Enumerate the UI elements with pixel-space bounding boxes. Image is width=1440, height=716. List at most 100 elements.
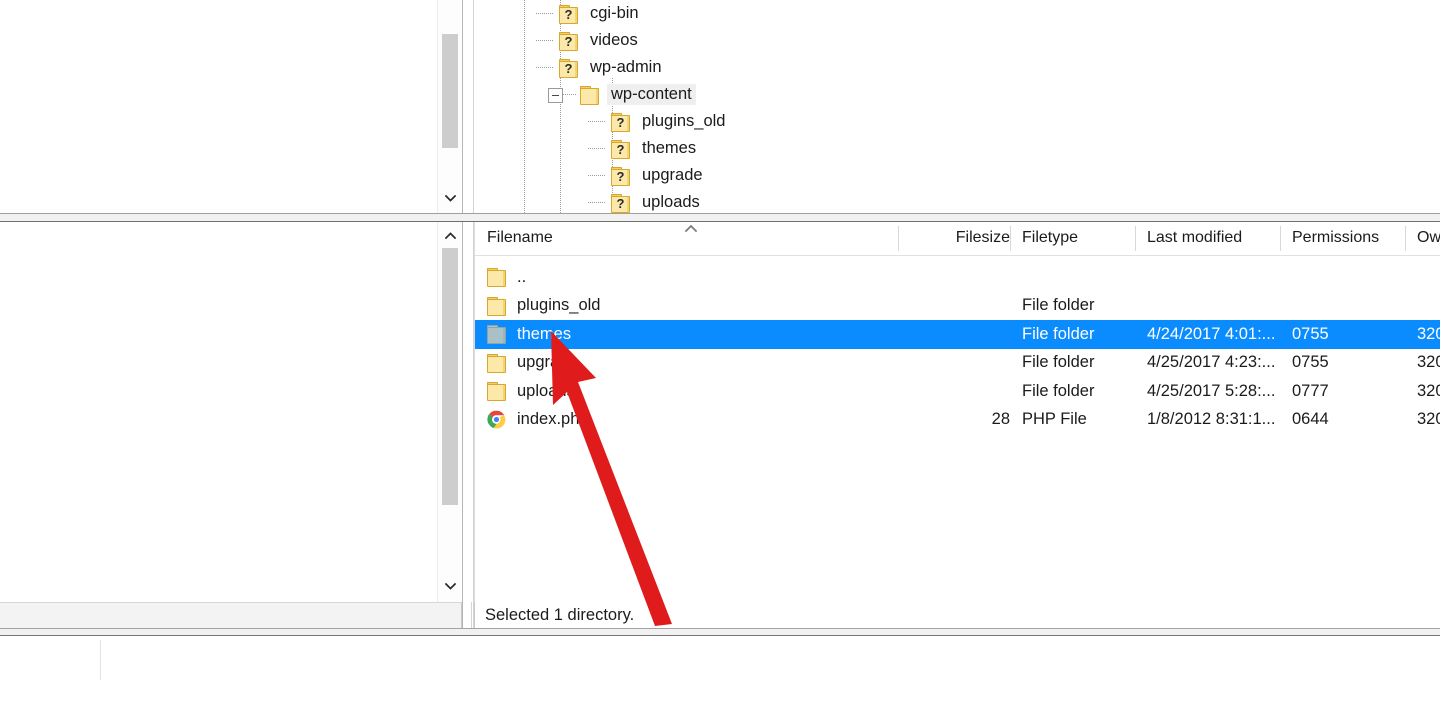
cell-filesize bbox=[898, 263, 1022, 292]
column-header-owner[interactable]: Owner bbox=[1417, 222, 1440, 254]
chrome-icon bbox=[487, 411, 506, 429]
tree-item-upgrade[interactable]: upgrade bbox=[474, 162, 1440, 189]
cell-permissions: 0755 bbox=[1292, 324, 1329, 343]
tree-elbow bbox=[588, 175, 606, 176]
local-tree-scrollbar[interactable] bbox=[437, 0, 462, 213]
file-grid-header: Filename Filesize Filetype Last modified… bbox=[475, 222, 1440, 256]
cell-permissions: 0644 bbox=[1292, 410, 1329, 429]
cell-permissions: 0755 bbox=[1292, 353, 1329, 372]
remote-tree-body: cgi-bin videos wp-admin wp-content bbox=[474, 0, 1440, 213]
scroll-up-arrow-icon[interactable] bbox=[438, 224, 462, 246]
remote-file-list-pane: Filename Filesize Filetype Last modified… bbox=[0, 222, 1440, 628]
cell-filename[interactable]: plugins_old bbox=[487, 292, 887, 321]
folder-icon bbox=[487, 296, 506, 316]
cell-filesize bbox=[898, 320, 1022, 349]
column-header-filesize[interactable]: Filesize bbox=[898, 222, 1022, 254]
folder-question-icon bbox=[559, 31, 578, 51]
status-text: Selected 1 directory. bbox=[485, 605, 635, 624]
tree-elbow bbox=[536, 67, 554, 68]
sort-ascending-icon bbox=[684, 224, 698, 233]
tree-item-label: wp-admin bbox=[590, 58, 662, 76]
tree-item-label: upgrade bbox=[642, 166, 703, 184]
column-divider[interactable] bbox=[1405, 226, 1406, 251]
cell-permissions bbox=[1292, 292, 1402, 321]
folder-question-icon bbox=[559, 4, 578, 24]
folder-icon-selected bbox=[487, 325, 506, 345]
cell-permissions bbox=[1292, 263, 1402, 292]
bottom-pane-splitter[interactable] bbox=[0, 628, 1440, 636]
table-row[interactable]: upgrade File folder 4/25/2017 4:23:... 0… bbox=[475, 349, 1440, 378]
cell-owner: 3205 bbox=[1417, 410, 1440, 429]
cell-filename[interactable]: index.php bbox=[487, 406, 887, 435]
tree-item-wp-content[interactable]: wp-content bbox=[474, 81, 1440, 108]
column-divider[interactable] bbox=[1135, 226, 1136, 251]
tree-item-label: themes bbox=[642, 139, 697, 157]
cell-owner bbox=[1417, 292, 1440, 321]
folder-question-icon bbox=[611, 139, 630, 159]
cell-owner: 3205 bbox=[1417, 324, 1440, 343]
pane-vertical-splitter[interactable] bbox=[462, 0, 474, 213]
column-divider[interactable] bbox=[1010, 226, 1011, 251]
column-header-permissions[interactable]: Permissions bbox=[1292, 222, 1422, 254]
cell-filetype: File folder bbox=[1022, 381, 1095, 400]
cell-owner: 3205 bbox=[1417, 353, 1440, 372]
tree-elbow bbox=[536, 13, 554, 14]
scrollbar-thumb[interactable] bbox=[442, 248, 458, 505]
horizontal-pane-splitter[interactable] bbox=[0, 213, 1440, 222]
cell-last-modified: 4/25/2017 5:28:... bbox=[1147, 381, 1276, 400]
table-row[interactable]: .. bbox=[475, 263, 1440, 292]
column-divider[interactable] bbox=[1280, 226, 1281, 251]
transfer-queue-pane bbox=[0, 636, 1440, 716]
tree-elbow bbox=[563, 94, 577, 95]
folder-icon bbox=[580, 85, 599, 105]
file-grid-rows: .. plugins_old File folder themes File f… bbox=[475, 263, 1440, 434]
filezilla-remote-panel: cgi-bin videos wp-admin wp-content bbox=[0, 0, 1440, 716]
cell-filetype: File folder bbox=[1022, 324, 1095, 343]
local-status-bar bbox=[0, 602, 462, 628]
column-header-last-modified[interactable]: Last modified bbox=[1147, 222, 1277, 254]
tree-elbow bbox=[588, 148, 606, 149]
cell-filename[interactable]: .. bbox=[487, 263, 887, 292]
tree-item-cgi-bin[interactable]: cgi-bin bbox=[474, 0, 1440, 27]
tree-elbow bbox=[588, 202, 606, 203]
scrollbar-thumb[interactable] bbox=[442, 34, 458, 148]
table-row[interactable]: index.php 28 PHP File 1/8/2012 8:31:1...… bbox=[475, 406, 1440, 435]
local-file-list-blank bbox=[0, 222, 437, 628]
local-tree-pane-blank bbox=[0, 0, 438, 213]
filename-label: plugins_old bbox=[517, 296, 601, 315]
collapse-toggle-icon[interactable] bbox=[548, 88, 563, 103]
tree-item-themes[interactable]: themes bbox=[474, 135, 1440, 162]
cell-filetype bbox=[1022, 263, 1132, 292]
filename-label: index.php bbox=[517, 410, 589, 429]
filename-label: themes bbox=[515, 324, 574, 344]
tree-item-videos[interactable]: videos bbox=[474, 27, 1440, 54]
cell-last-modified bbox=[1147, 292, 1287, 321]
folder-question-icon bbox=[611, 193, 630, 213]
local-file-list-scrollbar[interactable] bbox=[437, 222, 462, 628]
cell-filetype: File folder bbox=[1022, 353, 1095, 372]
pane-vertical-splitter-bottom[interactable] bbox=[462, 222, 474, 628]
tree-item-plugins-old[interactable]: plugins_old bbox=[474, 108, 1440, 135]
folder-question-icon bbox=[559, 58, 578, 78]
scroll-down-arrow-icon[interactable] bbox=[438, 575, 462, 597]
cell-last-modified: 4/25/2017 4:23:... bbox=[1147, 353, 1276, 372]
status-splitter bbox=[462, 602, 472, 628]
cell-owner bbox=[1417, 263, 1440, 292]
folder-icon bbox=[487, 382, 506, 402]
tree-item-uploads[interactable]: uploads bbox=[474, 189, 1440, 213]
tree-item-wp-admin[interactable]: wp-admin bbox=[474, 54, 1440, 81]
table-row[interactable]: uploads File folder 4/25/2017 5:28:... 0… bbox=[475, 377, 1440, 406]
cell-filename[interactable]: uploads bbox=[487, 377, 887, 406]
cell-filename[interactable]: themes bbox=[487, 320, 887, 349]
cell-filename[interactable]: upgrade bbox=[487, 349, 887, 378]
cell-last-modified: 4/24/2017 4:01:... bbox=[1147, 324, 1276, 343]
remote-status-bar: Selected 1 directory. bbox=[474, 602, 1440, 628]
cell-filetype: PHP File bbox=[1022, 410, 1087, 429]
remote-tree-pane: cgi-bin videos wp-admin wp-content bbox=[0, 0, 1440, 213]
table-row[interactable]: plugins_old File folder bbox=[475, 292, 1440, 321]
filename-label: upgrade bbox=[517, 353, 578, 372]
filename-label: uploads bbox=[517, 381, 575, 400]
scroll-down-arrow-icon[interactable] bbox=[438, 187, 462, 209]
column-header-filetype[interactable]: Filetype bbox=[1022, 222, 1132, 254]
table-row-selected[interactable]: themes File folder 4/24/2017 4:01:... 07… bbox=[475, 320, 1440, 349]
